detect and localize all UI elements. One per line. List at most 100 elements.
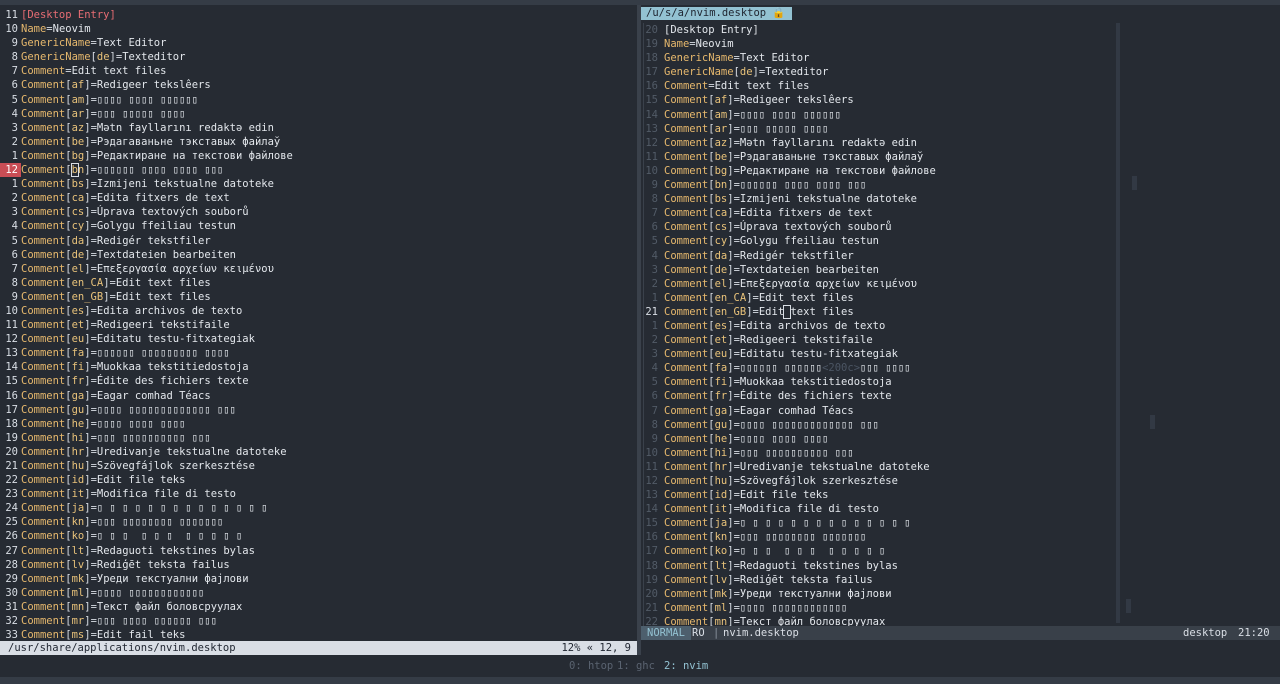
code-line[interactable]: 17 GenericName[de]=Texteditor [641, 65, 1280, 79]
code-line[interactable]: 2 Comment[et]=Redigeeri tekstifaile [641, 333, 1280, 347]
code-line[interactable]: 16 Comment=Edit text files [641, 79, 1280, 93]
code-line[interactable]: 3 Comment[cs]=Úprava textových souborů [0, 205, 637, 219]
locale-code: de [714, 263, 728, 276]
code-line[interactable]: 9 GenericName=Text Editor [0, 36, 637, 50]
code-line[interactable]: 4 Comment[ar]=▯▯▯ ▯▯▯▯▯ ▯▯▯▯ [0, 107, 637, 121]
code-line[interactable]: 8 Comment[bs]=Izmijeni tekstualne datotek… [641, 192, 1280, 206]
code-line[interactable]: 13 Comment[id]=Edit file teks [641, 488, 1280, 502]
code-line[interactable]: 24 Comment[ja]=▯ ▯ ▯ ▯ ▯ ▯ ▯ ▯ ▯ ▯ ▯ ▯ ▯ … [0, 501, 637, 515]
code-line[interactable]: 12 Comment[bn]=▯▯▯▯▯▯ ▯▯▯▯ ▯▯▯▯ ▯▯▯ [0, 163, 637, 178]
code-line[interactable]: 3 Comment[az]=Mətn fayllarını redaktə edi… [0, 121, 637, 135]
code-line[interactable]: 16 Comment[kn]=▯▯▯ ▯▯▯▯▯▯▯▯ ▯▯▯▯▯▯▯ [641, 530, 1280, 544]
code-line[interactable]: 9 Comment[he]=▯▯▯▯ ▯▯▯▯ ▯▯▯▯ [641, 432, 1280, 446]
code-line[interactable]: 6 Comment[cs]=Úprava textových souborů [641, 220, 1280, 234]
code-line[interactable]: 5 Comment[cy]=Golygu ffeiliau testun [641, 234, 1280, 248]
code-line[interactable]: 17 Comment[gu]=▯▯▯▯ ▯▯▯▯▯▯▯▯▯▯▯▯▯ ▯▯▯ [0, 403, 637, 417]
code-line[interactable]: 14 Comment[it]=Modifica file di testo [641, 502, 1280, 516]
entry-key: Comment [21, 445, 66, 458]
tmux-window-nvim[interactable]: 2: nvim [664, 655, 708, 677]
code-line[interactable]: 8 Comment[gu]=▯▯▯▯ ▯▯▯▯▯▯▯▯▯▯▯▯▯ ▯▯▯ [641, 418, 1280, 432]
tmux-window-htop[interactable]: 0: htop [569, 655, 613, 677]
code-line[interactable]: 28 Comment[lv]=Rediģēt teksta failus [0, 558, 637, 572]
code-line[interactable]: 21 Comment[ml]=▯▯▯▯ ▯▯▯▯▯▯▯▯▯▯▯▯ [641, 601, 1280, 615]
code-line[interactable]: 32 Comment[mr]=▯▯▯ ▯▯▯▯ ▯▯▯▯▯▯ ▯▯▯ [0, 614, 637, 628]
right-buffer-tab[interactable]: /u/s/a/nvim.desktop 🔒 [641, 7, 792, 20]
code-line[interactable]: 1 Comment[bs]=Izmijeni tekstualne datotek… [0, 177, 637, 191]
code-line[interactable]: 14 Comment[am]=▯▯▯▯ ▯▯▯▯ ▯▯▯▯▯▯ [641, 108, 1280, 122]
code-line[interactable]: 31 Comment[mn]=Текст файл боловсруулах [0, 600, 637, 614]
code-line[interactable]: 2 Comment[el]=Επεξεργασία αρχείων κειμένο… [641, 277, 1280, 291]
code-line[interactable]: 11 Comment[be]=Рэдагаваньне тэкставых фай… [641, 150, 1280, 164]
code-line[interactable]: 20 Comment[mk]=Уреди текстуални фајлови [641, 587, 1280, 601]
code-line[interactable]: 19 Name=Neovim [641, 37, 1280, 51]
code-line[interactable]: 18 GenericName=Text Editor [641, 51, 1280, 65]
code-line[interactable]: 22 Comment[id]=Edit file teks [0, 473, 637, 487]
code-line[interactable]: 18 Comment[lt]=Redaguoti tekstines bylas [641, 559, 1280, 573]
code-line[interactable]: 14 Comment[fi]=Muokkaa tekstitiedostoja [0, 360, 637, 374]
code-line[interactable]: 20 [Desktop Entry] [641, 23, 1280, 37]
code-line[interactable]: 2 Comment[be]=Рэдагаваньне тэкставых файл… [0, 135, 637, 149]
right-editor-pane[interactable]: /u/s/a/nvim.desktop 🔒 20 [Desktop Entry] 1… [641, 5, 1280, 655]
left-buffer-lines[interactable]: 11 [Desktop Entry] 10 Name=Neovim 9 GenericNa… [0, 8, 637, 642]
code-line[interactable]: 10 Comment[bg]=Редактиране на текстови фа… [641, 164, 1280, 178]
code-line[interactable]: 11 Comment[hr]=Uredivanje tekstualne dato… [641, 460, 1280, 474]
code-line[interactable]: 7 Comment[ca]=Edita fitxers de text [641, 206, 1280, 220]
code-line[interactable]: 7 Comment=Edit text files [0, 64, 637, 78]
code-line[interactable]: 26 Comment[ko]=▯ ▯ ▯ ▯ ▯ ▯ ▯ ▯ ▯ ▯ ▯ [0, 529, 637, 543]
code-line[interactable]: 9 Comment[en_GB]=Edit text files [0, 290, 637, 304]
code-line[interactable]: 25 Comment[kn]=▯▯▯ ▯▯▯▯▯▯▯▯ ▯▯▯▯▯▯▯ [0, 515, 637, 529]
code-line[interactable]: 7 Comment[ga]=Eagar comhad Téacs [641, 404, 1280, 418]
code-line[interactable]: 15 Comment[af]=Redigeer tekslêers [641, 93, 1280, 107]
code-line[interactable]: 19 Comment[lv]=Rediģēt teksta failus [641, 573, 1280, 587]
code-line[interactable]: 4 Comment[fa]=▯▯▯▯▯▯ ▯▯▯▯▯▯<200c>▯▯▯ ▯▯▯▯ [641, 361, 1280, 375]
code-line[interactable]: 4 Comment[cy]=Golygu ffeiliau testun [0, 219, 637, 233]
code-line[interactable]: 29 Comment[mk]=Уреди текстуални фајлови [0, 572, 637, 586]
code-line[interactable]: 23 Comment[it]=Modifica file di testo [0, 487, 637, 501]
code-line[interactable]: 13 Comment[fa]=▯▯▯▯▯▯ ▯▯▯▯▯▯▯▯▯ ▯▯▯▯ [0, 346, 637, 360]
code-line[interactable]: 19 Comment[hi]=▯▯▯ ▯▯▯▯▯▯▯▯▯▯ ▯▯▯ [0, 431, 637, 445]
code-line[interactable]: 1 Comment[es]=Edita archivos de texto [641, 319, 1280, 333]
code-line[interactable]: 27 Comment[lt]=Redaguoti tekstines bylas [0, 544, 637, 558]
code-line[interactable]: 15 Comment[ja]=▯ ▯ ▯ ▯ ▯ ▯ ▯ ▯ ▯ ▯ ▯ ▯ ▯ … [641, 516, 1280, 530]
code-line[interactable]: 17 Comment[ko]=▯ ▯ ▯ ▯ ▯ ▯ ▯ ▯ ▯ ▯ ▯ [641, 544, 1280, 558]
tmux-window-ghc[interactable]: 1: ghc [617, 655, 655, 677]
code-line[interactable]: 10 Comment[es]=Edita archivos de texto [0, 304, 637, 318]
code-line[interactable]: 6 Comment[af]=Redigeer tekslêers [0, 78, 637, 92]
code-line[interactable]: 12 Comment[eu]=Editatu testu-fitxategiak [0, 332, 637, 346]
code-line[interactable]: 8 GenericName[de]=Texteditor [0, 50, 637, 64]
code-line[interactable]: 5 Comment[fi]=Muokkaa tekstitiedostoja [641, 375, 1280, 389]
code-line[interactable]: 3 Comment[eu]=Editatu testu-fitxategiak [641, 347, 1280, 361]
code-line[interactable]: 15 Comment[fr]=Édite des fichiers texte [0, 374, 637, 388]
code-line[interactable]: 6 Comment[de]=Textdateien bearbeiten [0, 248, 637, 262]
code-line[interactable]: 10 Name=Neovim [0, 22, 637, 36]
code-line[interactable]: 12 Comment[hu]=Szövegfájlok szerkesztése [641, 474, 1280, 488]
code-line[interactable]: 1 Comment[bg]=Редактиране на текстови фай… [0, 149, 637, 163]
left-editor-pane[interactable]: 11 [Desktop Entry] 10 Name=Neovim 9 GenericNa… [0, 5, 637, 655]
code-line[interactable]: 6 Comment[fr]=Édite des fichiers texte [641, 389, 1280, 403]
code-line[interactable]: 10 Comment[hi]=▯▯▯ ▯▯▯▯▯▯▯▯▯▯ ▯▯▯ [641, 446, 1280, 460]
code-line[interactable]: 16 Comment[ga]=Eagar comhad Téacs [0, 389, 637, 403]
entry-key: Comment [21, 474, 66, 487]
code-line[interactable]: 21 Comment[en_GB]=Edit text files [641, 304, 1280, 319]
code-line[interactable]: 30 Comment[ml]=▯▯▯▯ ▯▯▯▯▯▯▯▯▯▯▯▯ [0, 586, 637, 600]
code-line[interactable]: 20 Comment[hr]=Uredivanje tekstualne dato… [0, 445, 637, 459]
code-line[interactable]: 18 Comment[he]=▯▯▯▯ ▯▯▯▯ ▯▯▯▯ [0, 417, 637, 431]
code-line[interactable]: 3 Comment[de]=Textdateien bearbeiten [641, 263, 1280, 277]
code-line[interactable]: 21 Comment[hu]=Szövegfájlok szerkesztése [0, 459, 637, 473]
code-line[interactable]: 5 Comment[da]=Redigér tekstfiler [0, 234, 637, 248]
locale-code: de [739, 66, 753, 79]
right-buffer-lines[interactable]: 20 [Desktop Entry] 19 Name=Neovim 18 GenericN… [641, 23, 1280, 629]
code-line[interactable]: 8 Comment[en_CA]=Edit text files [0, 276, 637, 290]
code-line[interactable]: 7 Comment[el]=Επεξεργασία αρχείων κειμένο… [0, 262, 637, 276]
entry-key: Comment [664, 503, 709, 516]
indent-guide [1116, 23, 1120, 623]
code-line[interactable]: 5 Comment[am]=▯▯▯▯ ▯▯▯▯ ▯▯▯▯▯▯ [0, 93, 637, 107]
code-line[interactable]: 1 Comment[en_CA]=Edit text files [641, 291, 1280, 305]
code-line[interactable]: 2 Comment[ca]=Edita fitxers de text [0, 191, 637, 205]
code-line[interactable]: 11 [Desktop Entry] [0, 8, 637, 22]
code-line[interactable]: 4 Comment[da]=Redigér tekstfiler [641, 249, 1280, 263]
code-line[interactable]: 9 Comment[bn]=▯▯▯▯▯▯ ▯▯▯▯ ▯▯▯▯ ▯▯▯ [641, 178, 1280, 192]
code-line[interactable]: 13 Comment[ar]=▯▯▯ ▯▯▯▯▯ ▯▯▯▯ [641, 122, 1280, 136]
code-line[interactable]: 11 Comment[et]=Redigeeri tekstifaile [0, 318, 637, 332]
code-line[interactable]: 12 Comment[az]=Mətn fayllarını redaktə ed… [641, 136, 1280, 150]
